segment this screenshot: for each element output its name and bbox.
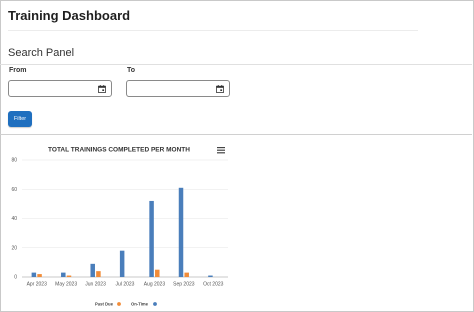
bar-on-time — [61, 272, 66, 277]
bar-past-due — [96, 271, 101, 277]
x-tick-label: Apr 2023 — [27, 282, 48, 288]
x-tick-label: Oct 2023 — [203, 282, 224, 288]
bar-on-time — [90, 263, 95, 277]
x-tick-label: Jul 2023 — [116, 282, 135, 288]
bar-on-time — [208, 275, 213, 277]
y-tick-label: 20 — [11, 245, 17, 251]
search-panel-divider — [0, 64, 472, 65]
search-panel-bottom-divider — [0, 134, 472, 135]
page-title: Training Dashboard — [8, 8, 131, 23]
y-tick-label: 80 — [11, 158, 17, 164]
chart-svg: TOTAL TRAININGS COMPLETED PER MONTH 0 20 4… — [11, 147, 228, 307]
bar-on-time — [31, 272, 37, 277]
x-tick-label: Sep 2023 — [173, 282, 195, 288]
trainings-chart: TOTAL TRAININGS COMPLETED PER MONTH 0 20 4… — [0, 136, 472, 312]
x-tick-label: Jun 2023 — [85, 282, 106, 288]
bar-on-time — [149, 200, 154, 277]
calendar-icon[interactable] — [98, 85, 106, 93]
x-tick-label: Aug 2023 — [144, 282, 166, 288]
bar-past-due — [155, 269, 160, 277]
from-label: From — [9, 67, 27, 74]
bar-on-time — [119, 250, 125, 277]
from-date-input[interactable] — [12, 83, 92, 94]
search-panel-title: Search Panel — [8, 47, 75, 59]
bar-past-due — [184, 272, 189, 277]
legend-marker-on-time — [153, 302, 157, 306]
x-tick-label: May 2023 — [55, 282, 77, 288]
hamburger-menu-icon[interactable] — [217, 147, 225, 154]
title-divider — [8, 30, 418, 31]
y-tick-label: 60 — [11, 187, 17, 193]
bar-past-due — [37, 274, 42, 277]
y-tick-label: 0 — [14, 275, 17, 281]
y-tick-label: 40 — [11, 216, 17, 222]
bar-past-due — [66, 275, 72, 277]
filter-button[interactable]: Filter — [8, 111, 32, 127]
bar-on-time — [178, 187, 184, 277]
chart-title: TOTAL TRAININGS COMPLETED PER MONTH — [48, 147, 190, 154]
legend-label-on-time: On-Time — [131, 302, 149, 307]
legend-label-past-due: Past Due — [95, 302, 114, 307]
legend-marker-past-due — [117, 302, 121, 306]
calendar-icon[interactable] — [216, 85, 224, 93]
from-date-field[interactable] — [8, 80, 112, 97]
to-label: To — [127, 67, 136, 74]
to-date-field[interactable] — [126, 80, 230, 97]
to-date-input[interactable] — [130, 83, 210, 94]
